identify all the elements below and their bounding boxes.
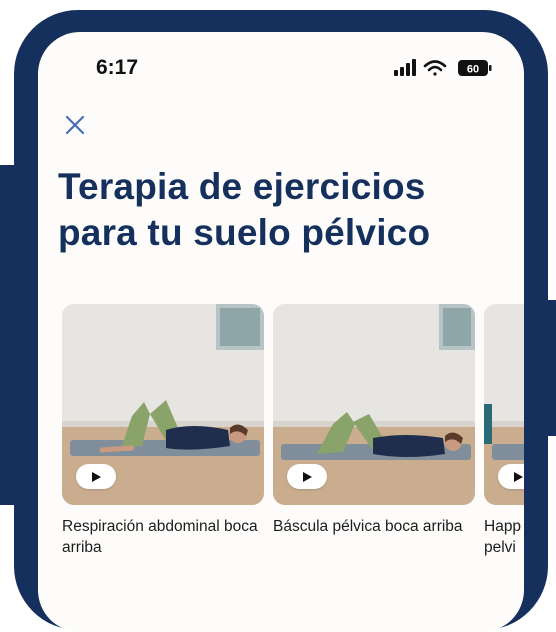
status-time: 6:17 [96,56,139,79]
close-button[interactable] [58,108,92,142]
exercise-label: Happ pelvi [484,518,522,556]
exercise-thumbnail [273,304,475,505]
play-icon [514,471,523,482]
play-button[interactable] [287,464,327,489]
play-icon [92,471,101,482]
close-icon [65,115,85,135]
page-title-line-2: para tu suelo pélvico [58,212,431,253]
status-icons: 60 [394,58,504,78]
page-title-line-1: Terapia de ejercicios [58,166,426,207]
battery-icon: 60 [458,60,492,76]
exercise-card[interactable]: Happ pelvi [484,304,524,558]
status-bar: 6:17 60 [38,32,524,102]
page-title: Terapia de ejercicios para tu suelo pélv… [58,164,508,256]
exercise-carousel[interactable]: Respiración abdominal boca arriba Báscul… [62,304,524,594]
exercise-card[interactable]: Respiración abdominal boca arriba [62,304,264,558]
cellular-signal-icon [394,59,416,76]
battery-level: 60 [467,64,479,76]
play-button[interactable] [76,464,116,489]
exercise-label: Respiración abdominal boca arriba [62,518,258,556]
wifi-icon [423,60,447,76]
exercise-card[interactable]: Báscula pélvica boca arriba [273,304,475,537]
exercise-label: Báscula pélvica boca arriba [273,518,463,535]
play-icon [303,471,312,482]
play-button[interactable] [498,464,524,489]
exercise-thumbnail [62,304,264,505]
exercise-thumbnail [484,304,524,505]
phone-screen: 6:17 60 Terapia de ejercicios para tu su… [38,32,524,632]
